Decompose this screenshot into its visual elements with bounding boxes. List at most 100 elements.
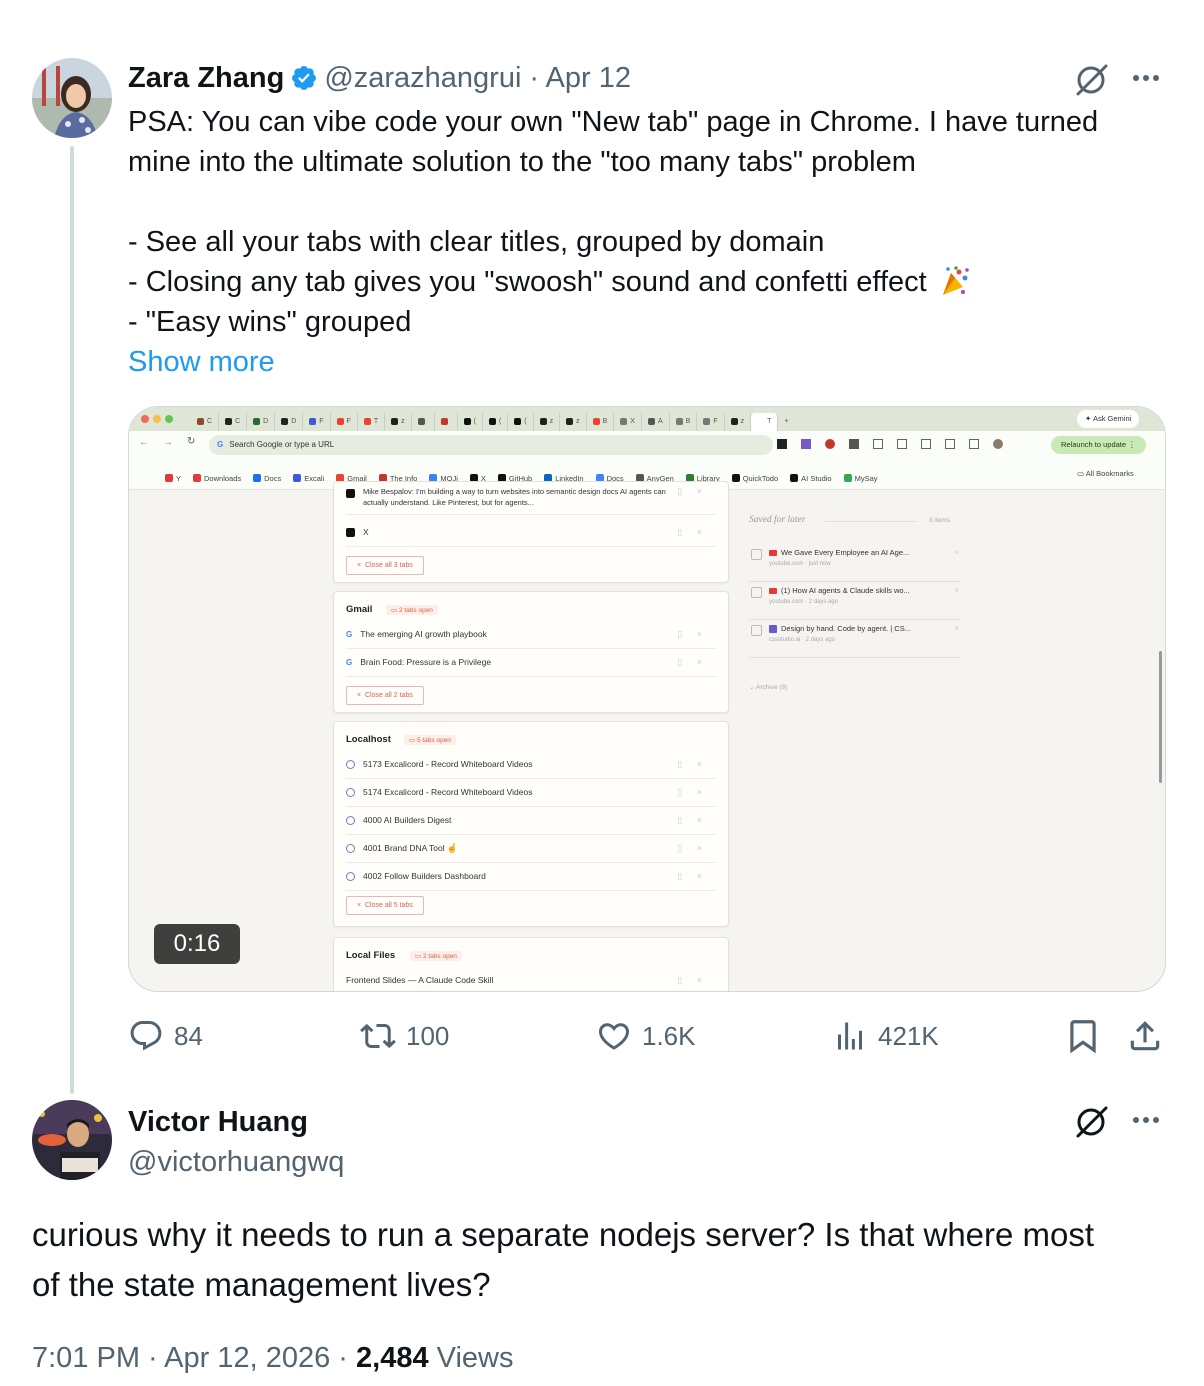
bookmark-item[interactable]: AI Studio — [790, 474, 832, 483]
more-options-icon[interactable] — [1128, 64, 1164, 92]
all-bookmarks[interactable]: ▭ All Bookmarks — [1077, 469, 1134, 478]
bookmark-item[interactable]: Docs — [253, 474, 281, 483]
row-actions-icon[interactable]: ▯ × — [677, 815, 708, 826]
tab-row[interactable]: 4001 Brand DNA Tool ☝ ▯ × — [346, 834, 716, 863]
author-handle[interactable]: @zarazhangrui — [324, 62, 521, 95]
views-button[interactable]: 421K — [832, 1014, 939, 1058]
reply-author-name[interactable]: Victor Huang — [128, 1102, 308, 1142]
tab-row[interactable]: G The emerging AI growth playbook ▯ × — [346, 620, 716, 649]
download-icon[interactable] — [921, 439, 931, 449]
browser-tab[interactable]: z — [534, 413, 561, 431]
video-player[interactable]: C C D D F F Tz (((z z B X A B Fz T + ✦ Ask Gemini ← → ↻… — [128, 406, 1166, 992]
bookmark-button[interactable] — [1064, 1014, 1102, 1058]
browser-tab[interactable]: C — [191, 413, 220, 431]
saved-checkbox[interactable] — [751, 625, 762, 636]
sidepanel-icon[interactable] — [969, 439, 979, 449]
remove-icon[interactable]: × — [954, 548, 959, 557]
remove-icon[interactable]: × — [954, 624, 959, 633]
bookmark-item[interactable]: Y — [165, 474, 181, 483]
row-actions-icon[interactable]: ▯ × — [677, 759, 708, 770]
row-actions-icon[interactable]: ▯ × — [677, 787, 708, 798]
saved-item[interactable]: We Gave Every Employee an AI Age... yout… — [749, 545, 961, 582]
reply-author-handle[interactable]: @victorhuangwq — [128, 1142, 344, 1182]
browser-tab[interactable]: A — [642, 413, 670, 431]
bookmark-item[interactable]: Excali — [293, 474, 324, 483]
browser-tab[interactable]: F — [303, 413, 331, 431]
browser-tab[interactable] — [435, 413, 458, 431]
star-icon[interactable] — [897, 439, 907, 449]
avatar[interactable] — [32, 1100, 112, 1180]
reload-icon[interactable]: ↻ — [187, 436, 195, 447]
like-button[interactable]: 1.6K — [596, 1014, 696, 1058]
bookmark-item[interactable]: QuickTodo — [731, 474, 778, 483]
bookmark-item[interactable]: Downloads — [193, 474, 241, 483]
saved-item[interactable]: Design by hand. Code by agent. | CS... c… — [749, 621, 961, 658]
screenshot-icon[interactable] — [945, 439, 955, 449]
close-window-icon[interactable] — [141, 415, 149, 423]
saved-checkbox[interactable] — [751, 549, 762, 560]
browser-tab[interactable]: z — [725, 413, 752, 431]
browser-tab[interactable]: D — [275, 413, 304, 431]
browser-tab[interactable]: C — [219, 413, 248, 431]
ask-gemini-button[interactable]: ✦ Ask Gemini — [1077, 410, 1140, 428]
browser-tab[interactable]: T — [358, 413, 386, 431]
reply-button[interactable]: 84 — [128, 1014, 203, 1058]
grok-icon[interactable] — [1072, 60, 1112, 100]
maximize-window-icon[interactable] — [165, 415, 173, 423]
bookmark-item[interactable]: MySay — [843, 474, 878, 483]
tab-row[interactable]: 5173 Excalicord - Record Whiteboard Vide… — [346, 750, 716, 779]
address-bar[interactable]: G Search Google or type a URL — [209, 435, 773, 455]
browser-tab[interactable]: B — [670, 413, 698, 431]
puzzle-icon[interactable] — [873, 439, 883, 449]
extension-icon[interactable] — [801, 439, 811, 449]
tweet-date[interactable]: · Apr 12 — [529, 62, 631, 95]
browser-tab[interactable] — [412, 413, 435, 431]
extension-icon[interactable] — [825, 439, 835, 449]
row-actions-icon[interactable]: ▯ × — [677, 527, 708, 538]
author-name[interactable]: Zara Zhang — [128, 62, 284, 95]
browser-tab[interactable]: ( — [508, 413, 534, 431]
scrollbar[interactable] — [1159, 651, 1162, 783]
browser-tab[interactable]: T — [751, 413, 779, 431]
tab-row[interactable]: 4002 Follow Builders Dashboard ▯ × — [346, 862, 716, 891]
minimize-window-icon[interactable] — [153, 415, 161, 423]
remove-icon[interactable]: × — [954, 586, 959, 595]
row-actions-icon[interactable]: ▯ × — [677, 486, 708, 497]
close-group-button[interactable]: × Close all 5 tabs — [346, 896, 424, 915]
tab-row[interactable]: Frontend Slides — A Claude Code Skill ▯ × — [346, 966, 716, 991]
browser-tab[interactable]: F — [331, 413, 358, 431]
browser-tab[interactable]: D — [247, 413, 276, 431]
forward-icon[interactable]: → — [163, 437, 173, 448]
extension-icon[interactable] — [849, 439, 859, 449]
show-more-link[interactable]: Show more — [128, 342, 275, 382]
row-actions-icon[interactable]: ▯ × — [677, 843, 708, 854]
tab-row[interactable]: Mike Bespalov: I'm building a way to tur… — [346, 486, 716, 515]
reply-timestamp[interactable]: 7:01 PM · Apr 12, 2026 · — [32, 1342, 356, 1374]
grok-icon[interactable] — [1072, 1102, 1112, 1142]
row-actions-icon[interactable]: ▯ × — [677, 871, 708, 882]
browser-tab[interactable]: F — [697, 413, 725, 431]
close-group-button[interactable]: × Close all 2 tabs — [346, 686, 424, 705]
browser-tab[interactable]: ( — [483, 413, 509, 431]
saved-checkbox[interactable] — [751, 587, 762, 598]
row-actions-icon[interactable]: ▯ × — [677, 629, 708, 640]
tab-row[interactable]: 4000 AI Builders Digest ▯ × — [346, 806, 716, 835]
row-actions-icon[interactable]: ▯ × — [677, 657, 708, 668]
tab-row[interactable]: 5174 Excalicord - Record Whiteboard Vide… — [346, 778, 716, 807]
tab-row[interactable]: G Brain Food: Pressure is a Privilege ▯ … — [346, 648, 716, 677]
row-actions-icon[interactable]: ▯ × — [677, 975, 708, 986]
browser-tab[interactable]: B — [587, 413, 615, 431]
browser-tab[interactable]: z — [560, 413, 587, 431]
avatar[interactable] — [32, 58, 112, 138]
more-options-icon[interactable] — [1128, 1106, 1164, 1134]
new-tab-button[interactable]: + — [778, 413, 794, 431]
extension-icon[interactable] — [777, 439, 787, 449]
tab-row[interactable]: X ▯ × — [346, 518, 716, 547]
relaunch-button[interactable]: Relaunch to update ⋮ — [1051, 436, 1146, 454]
back-icon[interactable]: ← — [139, 437, 149, 448]
repost-button[interactable]: 100 — [360, 1014, 449, 1058]
archive-toggle[interactable]: ⌄ Archive (8) — [749, 683, 787, 691]
browser-tab[interactable]: z — [385, 413, 412, 431]
browser-tab[interactable]: ( — [458, 413, 483, 431]
close-group-button[interactable]: × Close all 3 tabs — [346, 556, 424, 575]
